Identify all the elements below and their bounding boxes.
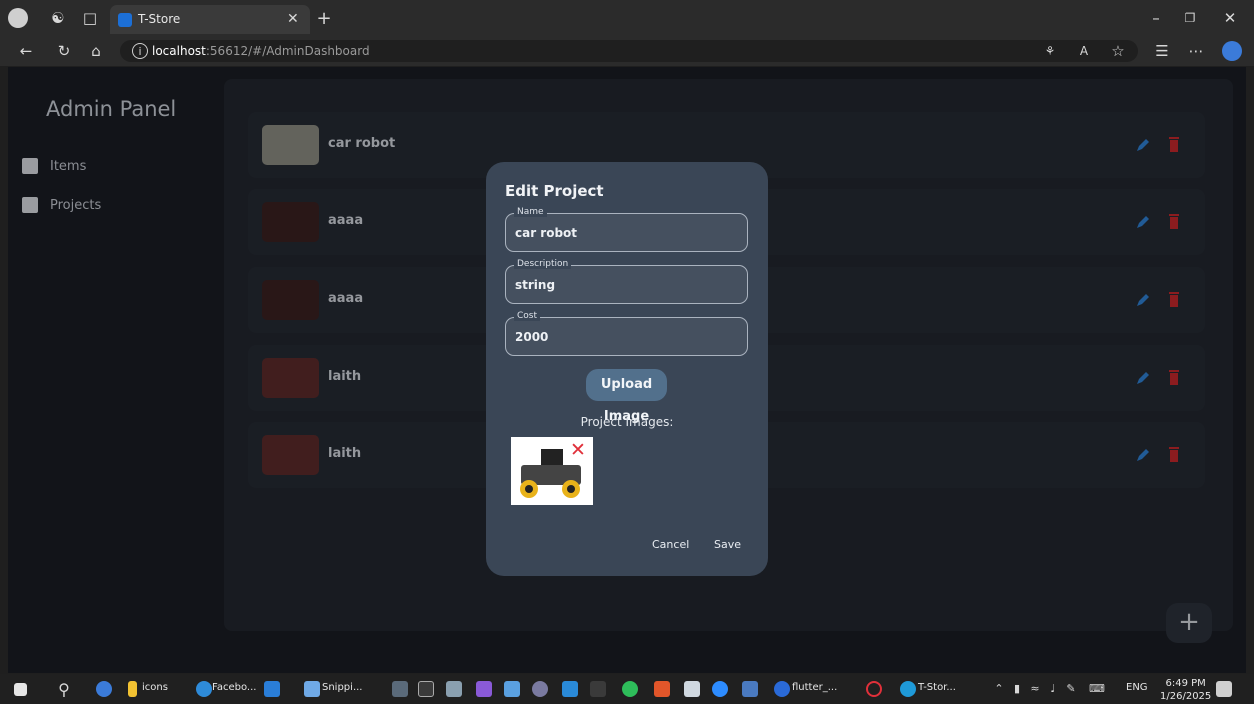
visual-studio-icon[interactable] — [476, 681, 492, 697]
app-icon[interactable] — [446, 681, 462, 697]
url-field[interactable]: i localhost:56612/#/AdminDashboard — [120, 40, 1138, 62]
refresh-icon[interactable]: ↻ — [54, 41, 74, 61]
read-aloud-icon[interactable]: A — [1074, 41, 1094, 61]
tab-actions-icon[interactable]: □ — [80, 8, 100, 28]
clock[interactable]: 6:49 PM 1/26/2025 — [1160, 677, 1211, 703]
close-window-icon[interactable]: ✕ — [1220, 8, 1240, 28]
browser-tab-bar: ☯ □ T-Store ✕ + – ❐ ✕ — [0, 0, 1254, 36]
folder-icon[interactable] — [128, 681, 137, 697]
project-images-label: Project Images: — [580, 415, 674, 429]
android-studio-icon[interactable] — [532, 681, 548, 697]
address-bar: ← ↻ ⌂ i localhost:56612/#/AdminDashboard… — [0, 36, 1254, 66]
search-icon[interactable]: ⚲ — [54, 679, 74, 699]
workspaces-icon[interactable]: ☯ — [48, 8, 68, 28]
url-host: localhost — [152, 44, 206, 58]
new-tab-icon[interactable]: + — [314, 8, 334, 29]
taskbar: ⚲ icons Facebo... Snippi... flutter_... … — [0, 674, 1254, 704]
taskbar-label[interactable]: Snippi... — [322, 682, 362, 693]
volume-icon[interactable]: ♩ — [1046, 680, 1060, 696]
time: 6:49 PM — [1165, 678, 1206, 689]
terminal-icon[interactable] — [418, 681, 434, 697]
name-field[interactable]: Name car robot — [505, 207, 748, 252]
edit-project-dialog: Edit Project Name car robot Description … — [486, 162, 768, 576]
upload-image-button[interactable]: Upload Image — [586, 369, 667, 424]
chevron-up-icon[interactable]: ⌃ — [992, 680, 1006, 696]
taskbar-label[interactable]: icons — [142, 682, 168, 693]
start-icon[interactable] — [14, 683, 27, 696]
audio-app-icon[interactable] — [590, 681, 606, 697]
url-text: localhost:56612/#/AdminDashboard — [152, 44, 370, 58]
snipping-tool-icon[interactable] — [304, 681, 320, 697]
description-field-value: string — [515, 278, 556, 292]
favorites-list-icon[interactable]: ☰ — [1152, 41, 1172, 61]
name-field-value: car robot — [515, 226, 578, 240]
back-icon[interactable]: ← — [16, 41, 36, 61]
description-field[interactable]: Description string — [505, 259, 748, 304]
taskbar-label[interactable]: Facebo... — [212, 682, 256, 693]
vscode-icon[interactable] — [562, 681, 578, 697]
browser-facebook-icon[interactable] — [196, 681, 212, 697]
cost-field[interactable]: Cost 2000 — [505, 311, 748, 356]
keyboard-icon[interactable]: ⌨ — [1088, 680, 1106, 696]
save-button[interactable]: Save — [714, 538, 741, 551]
cost-field-label: Cost — [514, 311, 541, 321]
calculator-icon[interactable] — [392, 681, 408, 697]
favorite-star-icon[interactable]: ☆ — [1108, 41, 1128, 61]
ubuntu-icon[interactable] — [654, 681, 670, 697]
window-app-icon[interactable] — [684, 681, 700, 697]
opera-icon[interactable] — [866, 681, 882, 697]
flutter-icon — [118, 13, 132, 27]
taskbar-label[interactable]: T-Stor... — [918, 682, 956, 693]
tab-title: T-Store — [138, 12, 181, 26]
close-tab-icon[interactable]: ✕ — [287, 11, 299, 27]
copilot-taskbar-icon[interactable] — [96, 681, 112, 697]
remove-image-icon[interactable]: ✕ — [570, 441, 586, 460]
key-icon[interactable]: ⚘ — [1040, 41, 1060, 61]
network-app-icon[interactable] — [742, 681, 758, 697]
dialog-title: Edit Project — [505, 182, 604, 200]
edge-icon[interactable] — [900, 681, 916, 697]
chrome-flutter-icon[interactable] — [774, 681, 790, 697]
battery-icon[interactable]: ▮ — [1010, 680, 1024, 696]
wifi-icon[interactable]: ≈ — [1028, 680, 1042, 696]
description-field-label: Description — [514, 259, 572, 269]
cost-field-value: 2000 — [515, 330, 549, 344]
name-field-label: Name — [514, 207, 547, 217]
notifications-icon[interactable] — [1216, 681, 1232, 697]
pen-icon[interactable]: ✎ — [1064, 680, 1078, 696]
info-icon[interactable]: i — [132, 43, 148, 59]
profile-icon[interactable] — [8, 8, 28, 28]
taskbar-label[interactable]: flutter_... — [792, 682, 837, 693]
whatsapp-icon[interactable] — [622, 681, 638, 697]
more-options-icon[interactable]: ⋯ — [1186, 41, 1206, 61]
minimize-icon[interactable]: – — [1146, 8, 1166, 28]
zoom-icon[interactable] — [712, 681, 728, 697]
copilot-icon[interactable] — [1222, 41, 1242, 61]
home-icon[interactable]: ⌂ — [86, 41, 106, 61]
browser-tab[interactable]: T-Store ✕ — [110, 5, 310, 34]
mail-icon[interactable] — [264, 681, 280, 697]
language-indicator[interactable]: ENG — [1126, 682, 1148, 693]
date: 1/26/2025 — [1160, 691, 1212, 702]
cancel-button[interactable]: Cancel — [652, 538, 689, 551]
url-path: :56612/#/AdminDashboard — [205, 44, 370, 58]
jetbrains-icon[interactable] — [504, 681, 520, 697]
maximize-icon[interactable]: ❐ — [1180, 8, 1200, 28]
